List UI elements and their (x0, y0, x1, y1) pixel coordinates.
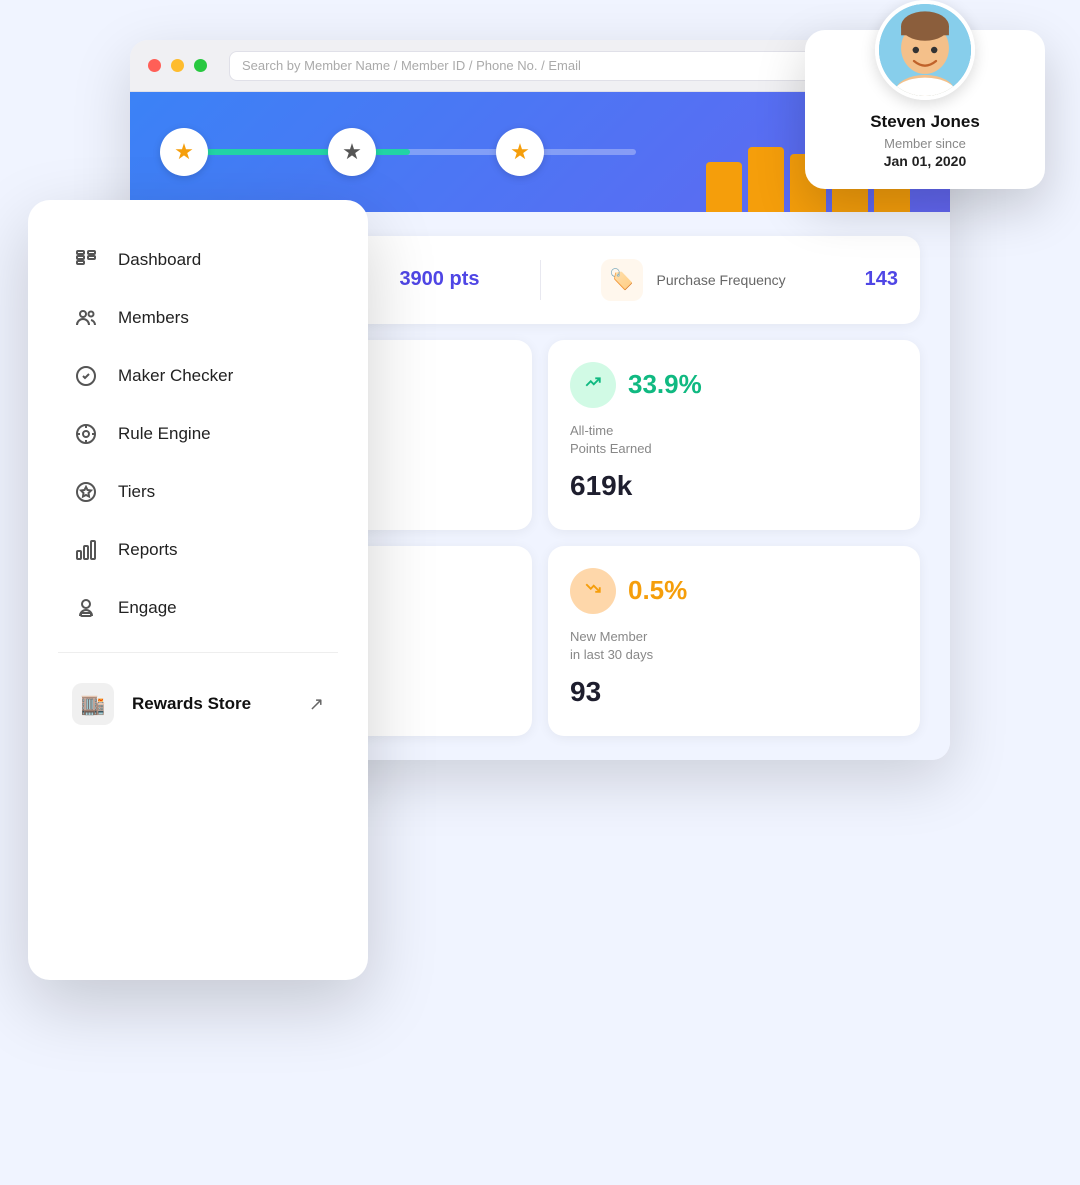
stat-percent-3: 0.5% (628, 575, 687, 606)
sidebar-item-members[interactable]: Members (40, 290, 356, 346)
browser-dot-green[interactable] (194, 59, 207, 72)
avatar (875, 0, 975, 100)
awning-strip-1 (706, 162, 742, 212)
profile-card: Steven Jones Member since Jan 01, 2020 (805, 30, 1045, 189)
star-node-2: ★ (328, 128, 376, 176)
purchase-freq-label: Purchase Frequency (657, 272, 786, 288)
sidebar-label-dashboard: Dashboard (118, 250, 201, 270)
search-placeholder-text: Search by Member Name / Member ID / Phon… (242, 58, 581, 73)
earned-points-value: 3900 pts (399, 268, 479, 291)
sidebar-label-tiers: Tiers (118, 482, 155, 502)
trend-arrow-icon-3 (584, 579, 602, 602)
maker-checker-icon (72, 362, 100, 390)
reports-icon (72, 536, 100, 564)
external-link-icon: ↗ (309, 694, 324, 715)
nav-items-container: Dashboard Members Maker Checker Rule Engine… (28, 230, 368, 638)
awning-strip-2 (748, 147, 784, 212)
purchase-freq-item: 🏷️ Purchase Frequency 143 (601, 259, 899, 301)
stat-card-1: 33.9% All-timePoints Earned 619k (548, 340, 920, 530)
sidebar-item-maker-checker[interactable]: Maker Checker (40, 348, 356, 404)
sidebar-item-tiers[interactable]: Tiers (40, 464, 356, 520)
sidebar-item-engage[interactable]: Engage (40, 580, 356, 636)
rewards-store-label: Rewards Store (132, 694, 291, 714)
star-node-3: ★ (496, 128, 544, 176)
members-icon (72, 304, 100, 332)
stat-label-3: New Memberin last 30 days (570, 628, 898, 664)
stat-label-1: All-timePoints Earned (570, 422, 898, 458)
progress-bar-container: ★ ★ ★ (160, 128, 660, 176)
scene: Search by Member Name / Member ID / Phon… (0, 0, 1080, 1185)
info-divider (540, 260, 541, 300)
sidebar-label-reports: Reports (118, 540, 178, 560)
sidebar-label-rule-engine: Rule Engine (118, 424, 211, 444)
nav-divider (58, 652, 338, 653)
profile-name: Steven Jones (870, 112, 980, 132)
profile-since-label: Member since (884, 136, 966, 151)
progress-fill (184, 149, 410, 155)
stat-value-3: 93 (570, 676, 898, 708)
browser-dot-red[interactable] (148, 59, 161, 72)
sidebar-item-reports[interactable]: Reports (40, 522, 356, 578)
sidebar-label-engage: Engage (118, 598, 177, 618)
stat-header-3: 0.5% (570, 568, 898, 614)
stat-badge-1 (570, 362, 616, 408)
progress-track (184, 149, 636, 155)
rule-engine-icon (72, 420, 100, 448)
dashboard-icon (72, 246, 100, 274)
sidebar-label-members: Members (118, 308, 189, 328)
trend-arrow-icon-1 (584, 373, 602, 396)
sidebar-label-maker-checker: Maker Checker (118, 366, 233, 386)
star-node-1: ★ (160, 128, 208, 176)
stat-value-1: 619k (570, 470, 898, 502)
stat-percent-1: 33.9% (628, 369, 702, 400)
rewards-store-icon: 🏬 (72, 683, 114, 725)
stat-header-1: 33.9% (570, 362, 898, 408)
profile-since-date: Jan 01, 2020 (884, 153, 967, 169)
sidebar-card: Dashboard Members Maker Checker Rule Engine… (28, 200, 368, 980)
stat-card-3: 0.5% New Memberin last 30 days 93 (548, 546, 920, 736)
rewards-store-nav-item[interactable]: 🏬 Rewards Store ↗ (40, 669, 356, 739)
stat-badge-3 (570, 568, 616, 614)
sidebar-item-dashboard[interactable]: Dashboard (40, 232, 356, 288)
avatar-svg (879, 4, 971, 96)
engage-icon (72, 594, 100, 622)
sidebar-item-rule-engine[interactable]: Rule Engine (40, 406, 356, 462)
tiers-icon (72, 478, 100, 506)
browser-dot-yellow[interactable] (171, 59, 184, 72)
purchase-freq-value: 143 (865, 268, 898, 291)
purchase-freq-icon: 🏷️ (601, 259, 643, 301)
